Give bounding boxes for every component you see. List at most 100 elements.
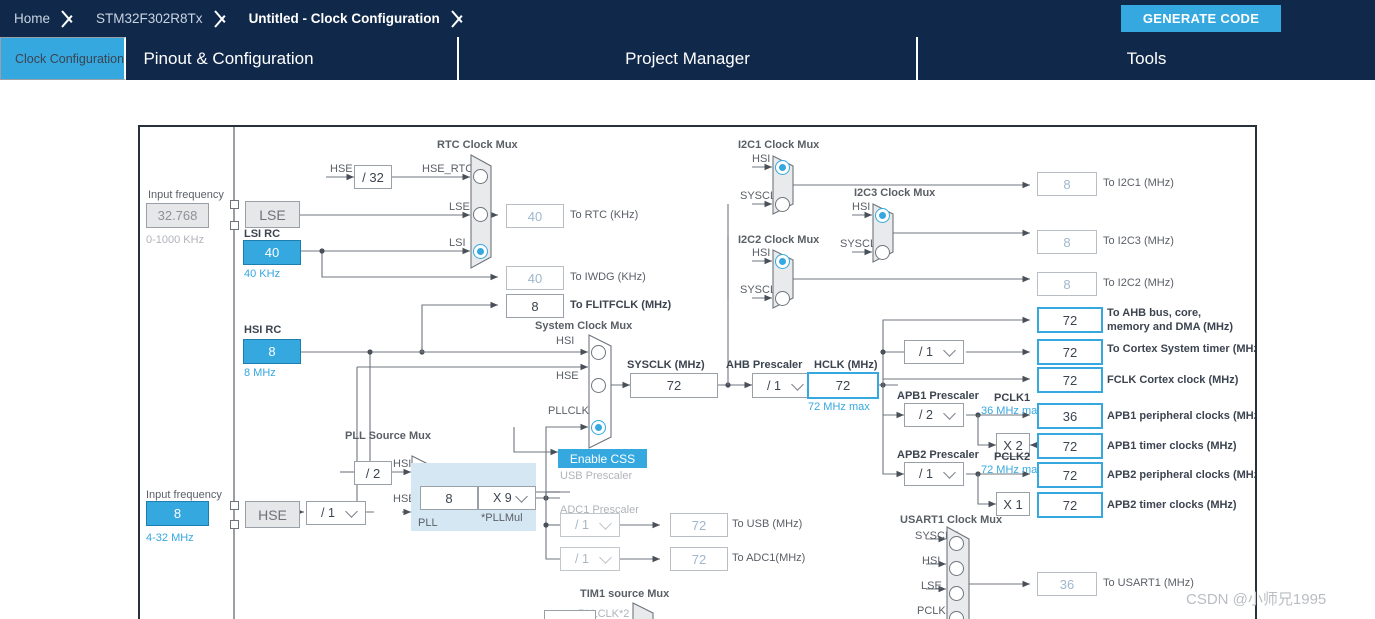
- generate-code-button[interactable]: GENERATE CODE: [1121, 5, 1281, 32]
- to-i2c2-label: To I2C2 (MHz): [1103, 277, 1174, 289]
- enable-css-button[interactable]: Enable CSS: [558, 449, 647, 468]
- fclk-cortex-value[interactable]: 72: [1037, 367, 1103, 393]
- to-ahb-value[interactable]: 72: [1037, 307, 1103, 333]
- breadcrumb-current-label: Untitled - Clock Configuration: [248, 11, 440, 26]
- tab-project-manager[interactable]: Project Manager: [459, 37, 918, 80]
- to-i2c1-value[interactable]: 8: [1037, 172, 1097, 196]
- hse-rtc-label: HSE_RTC: [422, 163, 474, 175]
- apb2-prescaler-select[interactable]: / 1: [904, 462, 964, 486]
- to-usart1-value[interactable]: 36: [1037, 572, 1097, 596]
- to-i2c3-value[interactable]: 8: [1037, 230, 1097, 254]
- apb2-peripheral-label: APB2 peripheral clocks (MHz): [1107, 469, 1257, 481]
- i2c3-mux-hsi-label: HSI: [852, 201, 871, 213]
- tab-clock-configuration[interactable]: Clock Configuration: [0, 37, 127, 80]
- to-usart1-label: To USART1 (MHz): [1103, 577, 1194, 589]
- to-i2c2-value[interactable]: 8: [1037, 272, 1097, 296]
- pll-mul-value: X 9: [493, 491, 512, 505]
- to-iwdg-label: To IWDG (KHz): [570, 271, 646, 283]
- to-usb-value[interactable]: 72: [670, 513, 728, 537]
- to-cortex-timer-label: To Cortex System timer (MHz): [1107, 343, 1257, 355]
- hse-pin-bottom: [230, 520, 239, 529]
- diagram-toolbar: Resolve Clock Issues: [0, 80, 1375, 196]
- to-flitfclk-label: To FLITFCLK (MHz): [570, 299, 672, 311]
- hse-oscillator[interactable]: HSE: [245, 501, 300, 528]
- tab-project-manager-label: Project Manager: [625, 48, 750, 68]
- lsi-rc-value[interactable]: 40: [243, 240, 301, 265]
- breadcrumb-chevron-icon-1: [60, 0, 82, 37]
- pll-group-label: PLL: [418, 517, 438, 529]
- system-mux-option-hse[interactable]: [591, 378, 606, 393]
- lse-oscillator[interactable]: LSE: [245, 201, 300, 228]
- i2c2-mux-option-hsi[interactable]: [775, 254, 790, 269]
- usb-prescaler-select[interactable]: / 1: [560, 513, 620, 537]
- apb1-peripheral-value[interactable]: 36: [1037, 403, 1103, 429]
- hse-prescaler-select[interactable]: / 1: [306, 501, 366, 525]
- hse-div32-box[interactable]: / 32: [354, 165, 392, 189]
- to-iwdg-value[interactable]: 40: [506, 266, 564, 290]
- clock-configuration-diagram[interactable]: Input frequency 32.768 0-1000 KHz LSE LS…: [138, 125, 1257, 619]
- sysclk-value[interactable]: 72: [630, 373, 718, 398]
- hse-input-frequency-field[interactable]: 8: [146, 501, 209, 526]
- hse-div32-input-label: HSE: [330, 163, 353, 175]
- apb1-timer-value[interactable]: 72: [1037, 433, 1103, 459]
- breadcrumb-item-device[interactable]: STM32F302R8Tx: [82, 0, 213, 37]
- hclk-value[interactable]: 72: [807, 372, 879, 399]
- rtc-mux-option-lsi[interactable]: [473, 244, 488, 259]
- breadcrumb-home-label: Home: [14, 11, 51, 26]
- rtc-mux-option-lse[interactable]: [473, 207, 488, 222]
- usart1-mux-lse-label: LSE: [921, 580, 942, 592]
- i2c3-mux-option-hsi[interactable]: [875, 208, 890, 223]
- hse-range-label: 4-32 MHz: [146, 532, 194, 544]
- breadcrumb-item-home[interactable]: Home: [0, 0, 60, 37]
- pll-mux-hsi-label: HSI: [393, 458, 412, 470]
- rtc-mux-option-hse-rtc[interactable]: [473, 169, 488, 184]
- system-mux-option-hsi[interactable]: [591, 345, 606, 360]
- cortex-prescaler-select[interactable]: / 1: [904, 340, 964, 364]
- usart1-mux-option-sysclk[interactable]: [949, 536, 964, 551]
- breadcrumb-item-current[interactable]: Untitled - Clock Configuration: [235, 0, 450, 37]
- breadcrumb-bar: Home STM32F302R8Tx Untitled - Clock Conf…: [0, 0, 1375, 37]
- system-mux-option-pllclk[interactable]: [591, 420, 606, 435]
- tim1-source-box[interactable]: [544, 610, 596, 619]
- i2c3-mux-option-sysclk[interactable]: [875, 245, 890, 260]
- usart1-mux-option-pclk1[interactable]: [949, 611, 964, 619]
- pll-hsi-div2-box[interactable]: / 2: [354, 461, 392, 485]
- apb2-timer-value[interactable]: 72: [1037, 492, 1103, 518]
- breadcrumb-chevron-icon-2: [213, 0, 235, 37]
- adc1-prescaler-select[interactable]: / 1: [560, 547, 620, 571]
- i2c2-mux-option-sysclk[interactable]: [775, 291, 790, 306]
- tab-pinout-label: Pinout & Configuration: [143, 48, 314, 68]
- to-adc1-value[interactable]: 72: [670, 547, 728, 571]
- rtc-clock-mux-title: RTC Clock Mux: [437, 139, 518, 151]
- lse-input-frequency-field[interactable]: 32.768: [146, 203, 209, 228]
- to-cortex-timer-value[interactable]: 72: [1037, 339, 1103, 365]
- tim1-source-mux-shape[interactable]: [632, 602, 654, 619]
- pll-input-value[interactable]: 8: [420, 486, 478, 510]
- system-mux-hsi-label: HSI: [556, 335, 575, 347]
- to-flitfclk-value[interactable]: 8: [506, 294, 564, 318]
- usart1-mux-option-lse[interactable]: [949, 586, 964, 601]
- i2c1-mux-hsi-label: HSI: [752, 153, 771, 165]
- system-mux-pllclk-label: PLLCLK: [548, 405, 589, 417]
- cortex-prescaler-value: / 1: [919, 345, 933, 359]
- apb2-timer-multiplier[interactable]: X 1: [996, 492, 1030, 516]
- rtc-mux-lsi-label: LSI: [449, 237, 466, 249]
- apb1-prescaler-select[interactable]: / 2: [904, 403, 964, 427]
- i2c1-mux-option-hsi[interactable]: [775, 160, 790, 175]
- to-rtc-value[interactable]: 40: [506, 204, 564, 228]
- usart1-mux-option-hsi[interactable]: [949, 561, 964, 576]
- hsi-rc-value[interactable]: 8: [243, 339, 301, 364]
- watermark-text: CSDN @小师兄1995: [1186, 591, 1327, 608]
- sysclk-label: SYSCLK (MHz): [627, 359, 705, 371]
- to-ahb-label-line1: To AHB bus, core,: [1107, 307, 1202, 319]
- tab-tools[interactable]: Tools: [918, 37, 1375, 80]
- system-mux-hse-label: HSE: [556, 370, 579, 382]
- pllmul-label: *PLLMul: [481, 512, 523, 524]
- apb2-peripheral-value[interactable]: 72: [1037, 462, 1103, 488]
- ahb-prescaler-value: / 1: [767, 378, 781, 393]
- pll-mul-select[interactable]: X 9: [478, 486, 536, 510]
- lsi-rc-title: LSI RC: [244, 228, 281, 240]
- hclk-label: HCLK (MHz): [814, 359, 878, 371]
- i2c1-mux-option-sysclk[interactable]: [775, 197, 790, 212]
- ahb-prescaler-select[interactable]: / 1: [752, 373, 812, 398]
